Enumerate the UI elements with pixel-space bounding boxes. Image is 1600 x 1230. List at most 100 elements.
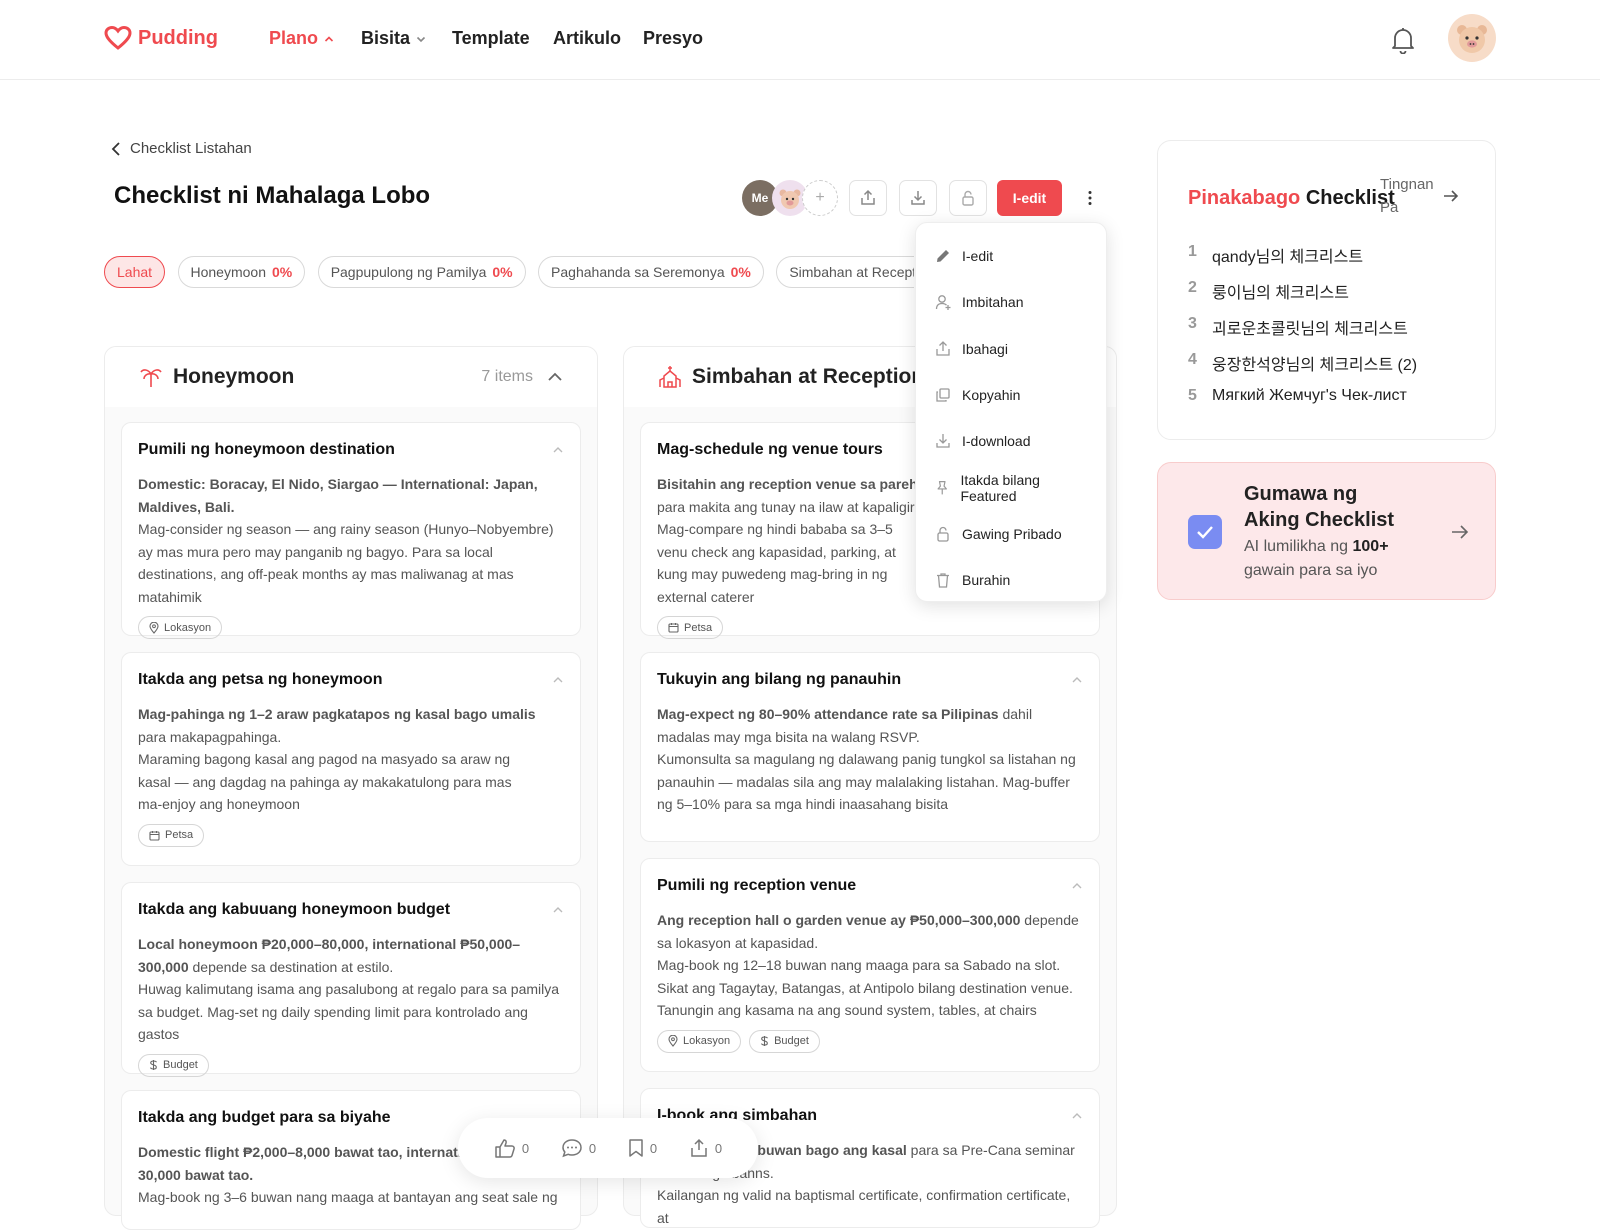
filter-chip-lahat[interactable]: Lahat bbox=[104, 256, 166, 288]
recent-checklist-item[interactable]: 3 괴로운초콜릿님의 체크리스트 bbox=[1188, 315, 1408, 339]
card-highlight: Ang reception hall o garden venue ay ₱50… bbox=[657, 912, 1021, 928]
card-title: Itakda ang petsa ng honeymoon bbox=[138, 671, 383, 688]
recent-checklist-item[interactable]: 2 룽이님의 체크리스트 bbox=[1188, 279, 1349, 303]
filter-chip-honeymoon[interactable]: Honeymoon 0% bbox=[177, 256, 306, 288]
tag-label: Lokasyon bbox=[683, 1035, 731, 1047]
filter-chip-paghahanda[interactable]: Paghahanda sa Seremonya 0% bbox=[538, 256, 764, 288]
dollar-icon bbox=[761, 1036, 769, 1046]
menu-label: I-edit bbox=[962, 248, 994, 265]
user-avatar[interactable] bbox=[1448, 14, 1496, 62]
bell-icon[interactable] bbox=[1390, 26, 1416, 54]
bookmark-button[interactable]: 0 bbox=[628, 1138, 657, 1158]
bear-avatar-icon bbox=[1457, 25, 1487, 53]
chevron-up-icon[interactable] bbox=[552, 676, 564, 684]
menu-item-feature[interactable]: Itakda bilang Featured bbox=[916, 464, 1106, 510]
lock-button[interactable] bbox=[949, 180, 987, 216]
nav-presyo[interactable]: Presyo bbox=[643, 28, 703, 49]
checkbox-icon bbox=[1188, 515, 1222, 549]
nav-template[interactable]: Template bbox=[452, 28, 530, 49]
panel-title: Pinakabago Checklist bbox=[1188, 187, 1395, 210]
nav-bisita[interactable]: Bisita bbox=[361, 28, 426, 49]
menu-item-share[interactable]: Ibahagi bbox=[916, 326, 1106, 372]
filter-chip-pagpupulong[interactable]: Pagpupulong ng Pamilya 0% bbox=[317, 256, 526, 288]
nav-plano[interactable]: Plano bbox=[269, 28, 334, 49]
recent-checklists-panel: Pinakabago Checklist Tingnan Pa 1 qandy님의… bbox=[1157, 140, 1496, 440]
tag-lokasyon: Lokasyon bbox=[138, 616, 223, 639]
chip-label: Pagpupulong ng Pamilya bbox=[330, 264, 487, 280]
card-highlight: Mag-expect ng 80–90% attendance rate sa … bbox=[657, 706, 999, 722]
card-description: Mag-compare ng hindi bababa sa 3–5 venu … bbox=[657, 521, 896, 605]
brand-logo[interactable]: Pudding bbox=[104, 26, 218, 50]
tag-label: Petsa bbox=[165, 829, 194, 841]
share-button[interactable] bbox=[849, 180, 887, 216]
column-header[interactable]: Honeymoon 7 items bbox=[105, 347, 597, 407]
nav-label: Artikulo bbox=[553, 28, 622, 48]
card-title: Pumili ng reception venue bbox=[657, 877, 857, 894]
user-plus-icon bbox=[935, 295, 951, 311]
checklist-card[interactable]: Itakda ang kabuuang honeymoon budget Loc… bbox=[121, 882, 581, 1077]
recent-checklist-item[interactable]: 1 qandy님의 체크리스트 bbox=[1188, 243, 1363, 267]
filter-chip-simbahan[interactable]: Simbahan at Reception Ven bbox=[776, 256, 914, 288]
checklist-card[interactable]: Pumili ng honeymoon destination Domestic… bbox=[121, 422, 581, 639]
bookmark-count: 0 bbox=[649, 1140, 658, 1156]
heart-logo-icon bbox=[104, 26, 132, 50]
chip-progress: 0% bbox=[272, 264, 293, 280]
category-filter-bar: Lahat Honeymoon 0% Pagpupulong ng Pamilya… bbox=[104, 256, 914, 290]
card-highlight-suffix: depende sa destination at estilo. bbox=[192, 958, 394, 975]
more-options-menu: I-edit Imbitahan Ibahagi Kopyahin I-down… bbox=[915, 222, 1107, 602]
add-collaborator-button[interactable]: + bbox=[802, 180, 838, 216]
menu-label: Itakda bilang Featured bbox=[960, 471, 1040, 504]
chevron-up-icon[interactable] bbox=[1071, 676, 1083, 684]
see-more-link[interactable]: Tingnan Pa bbox=[1380, 173, 1440, 219]
nav-artikulo[interactable]: Artikulo bbox=[553, 28, 621, 49]
checklist-card[interactable]: Itakda ang petsa ng honeymoon Mag-pahing… bbox=[121, 652, 581, 866]
download-button[interactable] bbox=[899, 180, 937, 216]
menu-item-delete[interactable]: Burahin bbox=[916, 557, 1106, 603]
like-button[interactable]: 0 bbox=[494, 1138, 529, 1158]
comment-button[interactable]: 0 bbox=[561, 1138, 596, 1158]
chip-label: Paghahanda sa Seremonya bbox=[551, 264, 725, 280]
arrow-right-icon[interactable] bbox=[1442, 187, 1460, 205]
comment-icon bbox=[562, 1139, 582, 1158]
rank-label: 웅장한석양님의 체크리스트 (2) bbox=[1212, 357, 1418, 374]
edit-button[interactable]: I-edit bbox=[997, 180, 1062, 216]
pin-icon bbox=[937, 480, 947, 495]
chevron-up-icon[interactable] bbox=[552, 446, 564, 454]
recent-checklist-item[interactable]: 5 Мягкий Жемчуг's Чек-лист bbox=[1188, 387, 1407, 405]
chevron-up-icon[interactable] bbox=[552, 906, 564, 914]
menu-item-private[interactable]: Gawing Pribado bbox=[916, 511, 1106, 557]
checklist-card[interactable]: Tukuyin ang bilang ng panauhin Mag-expec… bbox=[640, 652, 1100, 842]
chevron-up-icon[interactable] bbox=[547, 372, 563, 382]
create-checklist-card[interactable]: Gumawa ng Aking Checklist AI lumilikha n… bbox=[1157, 462, 1496, 600]
chevron-up-icon[interactable] bbox=[1071, 1112, 1083, 1120]
back-link[interactable]: Checklist Listahan bbox=[110, 140, 252, 157]
page-title: Checklist ni Mahalaga Lobo bbox=[114, 182, 431, 209]
card-description: Kumonsulta sa magulang ng dalawang panig… bbox=[657, 751, 1076, 812]
share-icon bbox=[861, 189, 875, 205]
card-highlight-suffix: para makita ang tunay na ilaw at kapalig… bbox=[657, 498, 931, 515]
rank-number: 3 bbox=[1188, 315, 1197, 332]
church-icon bbox=[659, 366, 681, 388]
unlock-icon bbox=[962, 190, 974, 206]
tag-label: Budget bbox=[163, 1059, 198, 1071]
checklist-card[interactable]: Pumili ng reception venue Ang reception … bbox=[640, 858, 1100, 1072]
menu-item-download[interactable]: I-download bbox=[916, 418, 1106, 464]
more-options-icon[interactable] bbox=[1080, 182, 1100, 214]
chip-label: Simbahan at Reception Ven bbox=[789, 264, 914, 280]
tag-label: Lokasyon bbox=[164, 621, 212, 634]
brand-name: Pudding bbox=[138, 26, 218, 49]
panel-title-highlight: Pinakabago bbox=[1188, 187, 1301, 209]
comment-count: 0 bbox=[588, 1140, 597, 1156]
menu-item-invite[interactable]: Imbitahan bbox=[916, 279, 1106, 325]
menu-item-copy[interactable]: Kopyahin bbox=[916, 372, 1106, 418]
column-count: 7 items bbox=[481, 368, 563, 386]
card-title: Pumili ng honeymoon destination bbox=[138, 441, 395, 458]
card-title: Tukuyin ang bilang ng panauhin bbox=[657, 671, 902, 688]
lock-icon bbox=[937, 526, 949, 542]
chevron-up-icon[interactable] bbox=[1071, 882, 1083, 890]
card-highlight-suffix: 30,000 bawat tao. bbox=[138, 1166, 254, 1183]
menu-item-edit[interactable]: I-edit bbox=[916, 233, 1106, 279]
recent-checklist-item[interactable]: 4 웅장한석양님의 체크리스트 (2) bbox=[1188, 351, 1417, 375]
share-action-button[interactable]: 0 bbox=[689, 1138, 722, 1158]
copy-icon bbox=[936, 388, 950, 402]
